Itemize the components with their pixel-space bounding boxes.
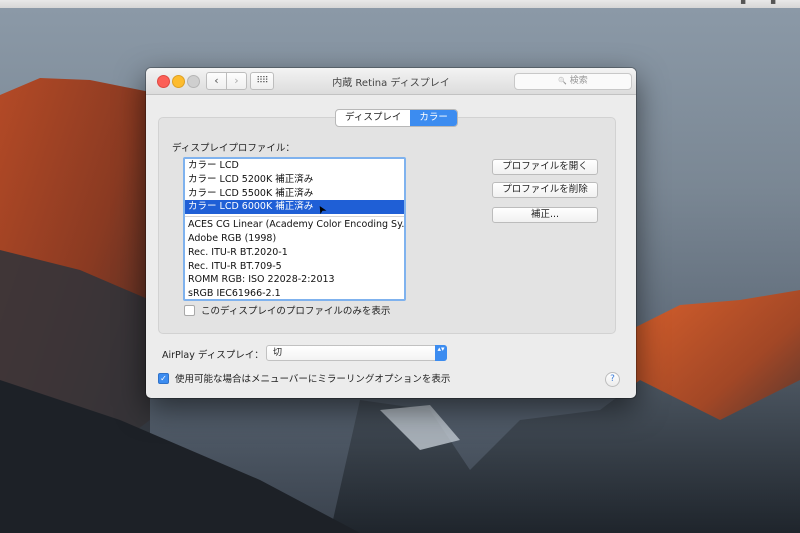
list-separator <box>185 216 404 218</box>
segmented-tabs: ディスプレイ カラー <box>335 109 458 127</box>
list-item[interactable]: Rec. ITU-R BT.709-5 <box>185 260 404 274</box>
question-mark-icon: ? <box>610 374 615 384</box>
list-item-selected[interactable]: カラー LCD 6000K 補正済み <box>185 200 404 215</box>
help-button[interactable]: ? <box>605 372 620 387</box>
calibrate-button[interactable]: 補正... <box>492 207 598 223</box>
search-icon: 🔍 <box>558 77 567 85</box>
airplay-display-select[interactable]: 切 ▴▾ <box>266 345 447 361</box>
list-item[interactable]: ACES CG Linear (Academy Color Encoding S… <box>185 218 404 232</box>
airplay-selected-value: 切 <box>273 348 283 358</box>
only-this-display-checkbox[interactable] <box>184 304 195 316</box>
menubar-icon[interactable]: ▪ <box>770 0 776 7</box>
checkmark-icon: ✓ <box>160 373 167 383</box>
select-arrows-icon: ▴▾ <box>435 345 447 361</box>
mirroring-label: 使用可能な場合はメニューバーにミラーリングオプションを表示 <box>175 374 451 385</box>
airplay-label: AirPlay ディスプレイ： <box>162 350 264 361</box>
profile-list[interactable]: カラー LCD カラー LCD 5200K 補正済み カラー LCD 5500K… <box>183 157 406 301</box>
list-item[interactable]: カラー LCD 5200K 補正済み <box>185 173 404 187</box>
list-item[interactable]: Rec. ITU-R BT.2020-1 <box>185 246 404 260</box>
open-profile-button[interactable]: プロファイルを開く <box>492 159 598 175</box>
list-item[interactable]: Adobe RGB (1998) <box>185 232 404 246</box>
tab-display[interactable]: ディスプレイ <box>336 110 410 126</box>
menubar-icon[interactable]: ▪ <box>740 0 746 7</box>
display-profile-label: ディスプレイプロファイル： <box>172 143 295 154</box>
search-field[interactable]: 🔍 検索 <box>514 73 632 90</box>
list-item[interactable]: カラー LCD 5500K 補正済み <box>185 187 404 201</box>
mirroring-option[interactable]: ✓ 使用可能な場合はメニューバーにミラーリングオプションを表示 <box>158 371 450 385</box>
mirroring-checkbox[interactable]: ✓ <box>158 372 169 384</box>
delete-profile-button[interactable]: プロファイルを削除 <box>492 182 598 198</box>
system-preferences-window: ‹ › ⠿⠿ 内蔵 Retina ディスプレイ 🔍 検索 ディスプレイ カラー … <box>146 68 636 398</box>
list-item[interactable]: sRGB IEC61966-2.1 <box>185 287 404 299</box>
only-this-display-option[interactable]: このディスプレイのプロファイルのみを表示 <box>184 303 390 317</box>
title-bar: ‹ › ⠿⠿ 内蔵 Retina ディスプレイ 🔍 検索 <box>146 68 636 95</box>
list-item[interactable]: ROMM RGB: ISO 22028-2:2013 <box>185 273 404 287</box>
menubar: ▪ ▪ <box>0 0 800 8</box>
search-placeholder: 検索 <box>569 76 588 86</box>
tab-color[interactable]: カラー <box>410 110 457 126</box>
list-item[interactable]: カラー LCD <box>185 159 404 173</box>
only-this-display-label: このディスプレイのプロファイルのみを表示 <box>201 306 391 317</box>
